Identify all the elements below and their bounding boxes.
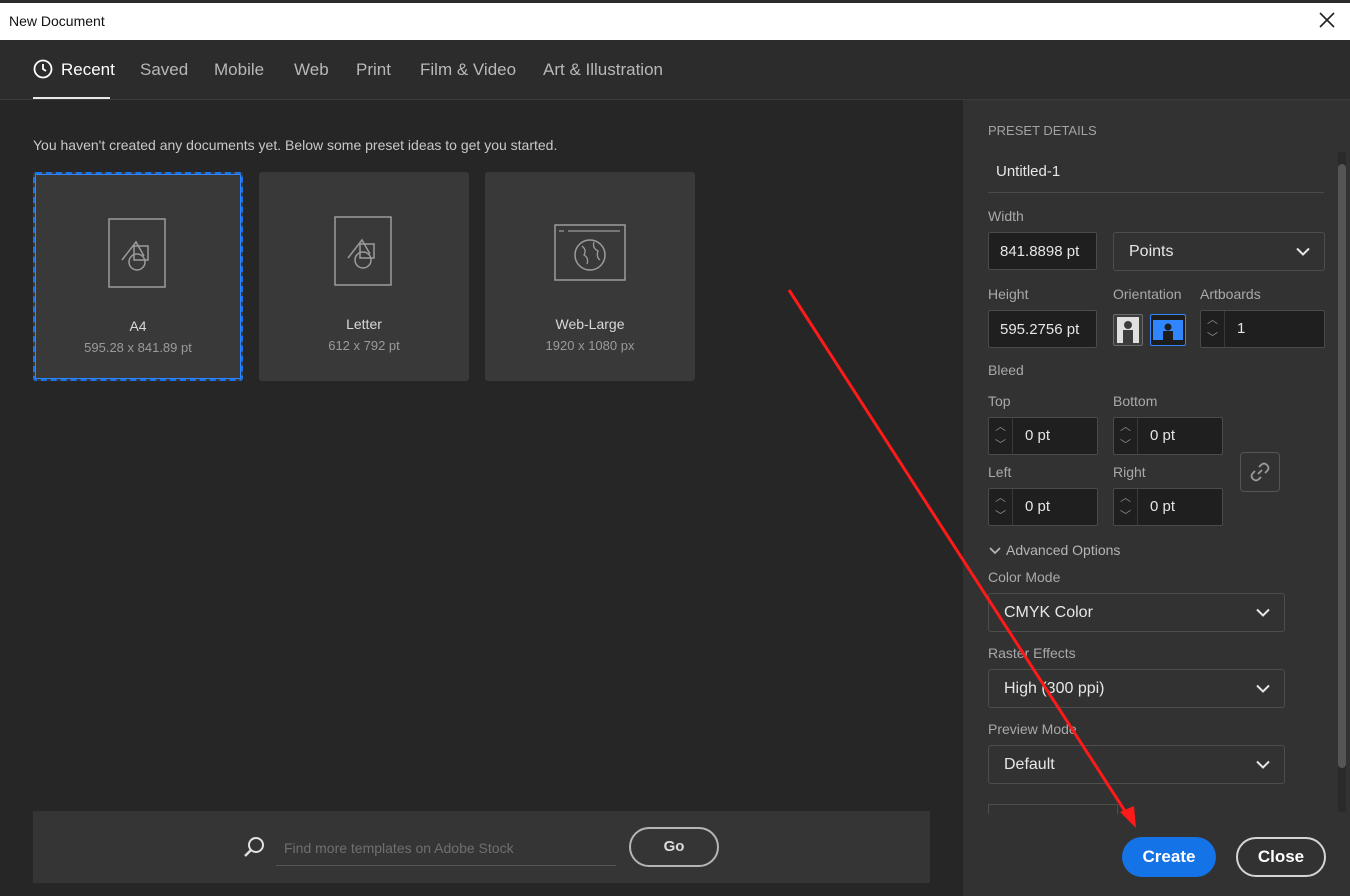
chevron-down-icon [1256, 608, 1270, 617]
units-dropdown[interactable]: Points [1113, 232, 1325, 271]
chevron-down-icon [1296, 247, 1310, 256]
increment-icon[interactable]: ︿ [1114, 418, 1137, 436]
more-options-partial-field [988, 804, 1118, 814]
decrement-icon[interactable]: ﹀ [1114, 507, 1137, 525]
bleed-bottom-stepper[interactable]: ︿ ﹀ 0 pt [1113, 417, 1223, 455]
tab-web[interactable]: Web [294, 60, 329, 80]
bleed-left-label: Left [988, 464, 1012, 480]
preset-dimensions: 612 x 792 pt [328, 338, 400, 353]
document-shapes-icon [108, 218, 166, 288]
preview-mode-dropdown[interactable]: Default [988, 745, 1285, 784]
bleed-right-value: 0 pt [1150, 498, 1176, 515]
decrement-icon[interactable]: ﹀ [1201, 329, 1224, 347]
search-icon [244, 837, 264, 857]
color-mode-value: CMYK Color [1004, 603, 1093, 621]
raster-effects-label: Raster Effects [988, 645, 1076, 661]
color-mode-dropdown[interactable]: CMYK Color [988, 593, 1285, 632]
units-value: Points [1129, 242, 1174, 260]
preset-dimensions: 1920 x 1080 px [545, 338, 635, 353]
preset-name: A4 [129, 318, 147, 334]
tab-recent-label: Recent [61, 60, 115, 79]
clock-icon [33, 59, 53, 79]
preset-dimensions: 595.28 x 841.89 pt [84, 340, 192, 355]
preset-card-letter[interactable]: Letter 612 x 792 pt [259, 172, 469, 381]
window-title: New Document [9, 13, 105, 29]
preset-card-a4[interactable]: A4 595.28 x 841.89 pt [33, 172, 243, 381]
chevron-down-icon [1256, 684, 1270, 693]
intro-text: You haven't created any documents yet. B… [33, 137, 558, 153]
artboards-label: Artboards [1200, 286, 1261, 302]
increment-icon[interactable]: ︿ [989, 489, 1012, 507]
decrement-icon[interactable]: ﹀ [989, 507, 1012, 525]
artboards-stepper[interactable]: ︿ ﹀ 1 [1200, 310, 1325, 348]
document-name-value: Untitled-1 [996, 163, 1061, 180]
tab-film-video[interactable]: Film & Video [420, 60, 516, 80]
bleed-right-label: Right [1113, 464, 1146, 480]
color-mode-label: Color Mode [988, 569, 1061, 585]
tab-saved[interactable]: Saved [140, 60, 188, 80]
decrement-icon[interactable]: ﹀ [989, 436, 1012, 454]
bleed-right-stepper[interactable]: ︿ ﹀ 0 pt [1113, 488, 1223, 526]
document-name-field[interactable]: Untitled-1 [988, 153, 1324, 193]
document-shapes-icon [334, 216, 392, 286]
stock-search-bar: Go [33, 811, 930, 883]
go-button[interactable]: Go [629, 827, 719, 867]
create-button[interactable]: Create [1122, 837, 1216, 877]
portrait-orientation-button[interactable] [1113, 314, 1143, 346]
chevron-down-icon [989, 547, 1001, 555]
artboards-value: 1 [1237, 320, 1246, 337]
orientation-label: Orientation [1113, 286, 1182, 302]
bleed-top-value: 0 pt [1025, 427, 1051, 444]
active-tab-indicator [33, 97, 110, 99]
portrait-icon [1117, 317, 1139, 343]
panel-scrollbar-thumb[interactable] [1338, 164, 1346, 768]
bleed-bottom-value: 0 pt [1150, 427, 1176, 444]
category-tabs: Recent Saved Mobile Web Print Film & Vid… [0, 40, 1350, 100]
tab-print[interactable]: Print [356, 60, 391, 80]
chevron-down-icon [1256, 760, 1270, 769]
raster-effects-dropdown[interactable]: High (300 ppi) [988, 669, 1285, 708]
browser-globe-icon [554, 224, 626, 281]
presets-area: You haven't created any documents yet. B… [0, 100, 963, 896]
bleed-top-label: Top [988, 393, 1011, 409]
close-button[interactable]: Close [1236, 837, 1326, 877]
bleed-label: Bleed [988, 362, 1024, 378]
link-bleed-button[interactable] [1240, 452, 1280, 492]
raster-effects-value: High (300 ppi) [1004, 679, 1105, 697]
tab-art-illustration[interactable]: Art & Illustration [543, 60, 663, 80]
preview-mode-label: Preview Mode [988, 721, 1077, 737]
preset-card-web-large[interactable]: Web-Large 1920 x 1080 px [485, 172, 695, 381]
advanced-options-label: Advanced Options [1006, 542, 1121, 558]
increment-icon[interactable]: ︿ [1114, 489, 1137, 507]
tab-recent[interactable]: Recent [33, 59, 115, 80]
preset-name: Letter [346, 316, 382, 332]
title-bar: New Document [0, 0, 1350, 40]
landscape-orientation-button[interactable] [1150, 314, 1186, 346]
preset-name: Web-Large [555, 316, 625, 332]
decrement-icon[interactable]: ﹀ [1114, 436, 1137, 454]
bleed-bottom-label: Bottom [1113, 393, 1158, 409]
preview-mode-value: Default [1004, 755, 1055, 773]
bleed-left-stepper[interactable]: ︿ ﹀ 0 pt [988, 488, 1098, 526]
close-window-icon[interactable] [1318, 11, 1336, 29]
increment-icon[interactable]: ︿ [1201, 311, 1224, 329]
bleed-top-stepper[interactable]: ︿ ﹀ 0 pt [988, 417, 1098, 455]
width-label: Width [988, 208, 1024, 224]
bleed-left-value: 0 pt [1025, 498, 1051, 515]
height-input[interactable]: 595.2756 pt [988, 310, 1097, 348]
height-label: Height [988, 286, 1029, 302]
preset-details-heading: PRESET DETAILS [988, 123, 1097, 138]
tab-mobile[interactable]: Mobile [214, 60, 264, 80]
width-input[interactable]: 841.8898 pt [988, 232, 1097, 270]
link-icon [1250, 462, 1270, 482]
stock-search-input[interactable] [276, 830, 616, 866]
landscape-icon [1153, 320, 1183, 340]
increment-icon[interactable]: ︿ [989, 418, 1012, 436]
preset-details-panel: PRESET DETAILS Untitled-1 Width 841.8898… [963, 100, 1350, 896]
